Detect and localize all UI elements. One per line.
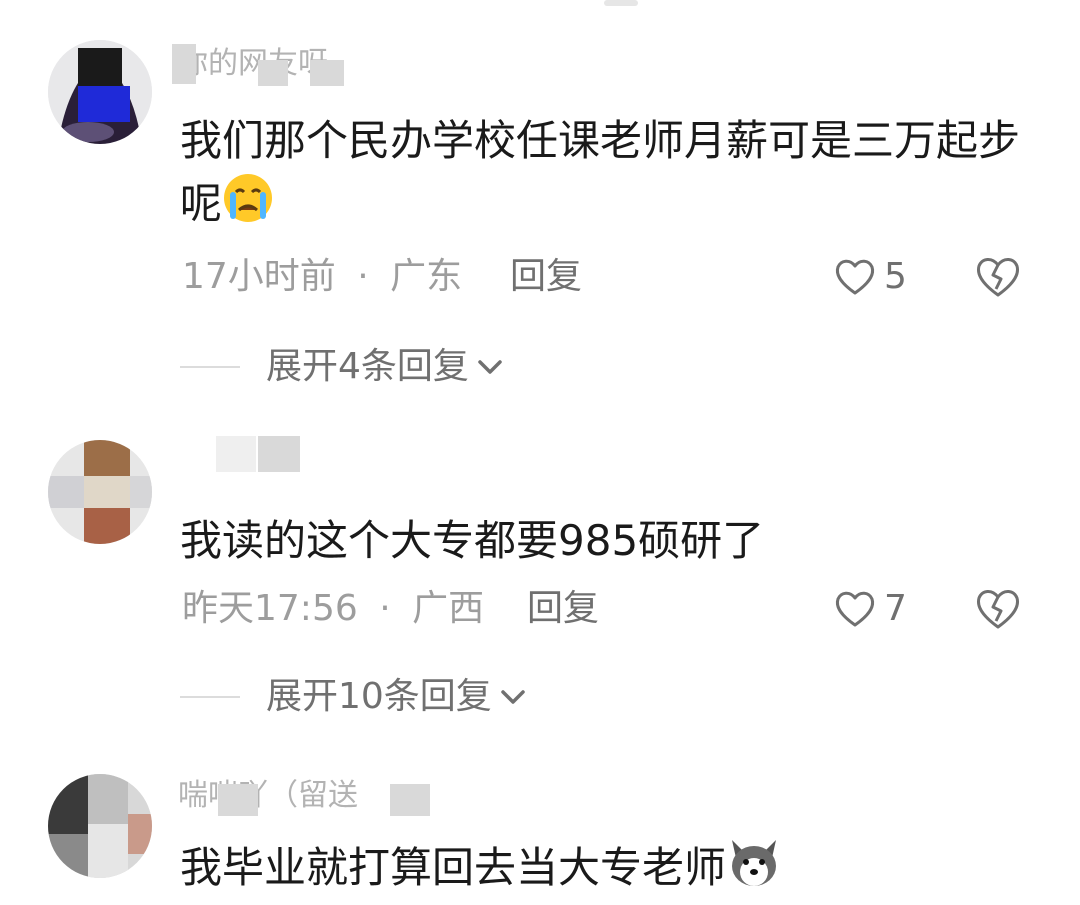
heart-icon xyxy=(835,259,875,295)
separator: · xyxy=(379,588,391,629)
like-button[interactable]: 5 xyxy=(834,252,907,302)
crying-face-emoji xyxy=(222,172,274,241)
username-blur xyxy=(258,60,288,86)
username-blur xyxy=(218,784,258,816)
separator: · xyxy=(357,256,369,297)
comment-text: 我毕业就打算回去当大专老师 xyxy=(180,836,1020,905)
comment-text: 我们那个民办学校任课老师月薪可是三万起步呢 xyxy=(180,110,1020,241)
expand-replies-button[interactable]: 展开10条回复 xyxy=(180,672,528,722)
dislike-button[interactable] xyxy=(975,587,1021,633)
divider-line xyxy=(180,366,240,368)
divider-line xyxy=(180,696,240,698)
comment-meta: 昨天17:56 · 广西 xyxy=(182,584,484,634)
username-blur xyxy=(172,44,196,84)
reply-button[interactable]: 回复 xyxy=(510,252,582,302)
chevron-down-icon xyxy=(478,360,502,374)
avatar[interactable] xyxy=(48,440,152,544)
timestamp: 17小时前 xyxy=(182,256,336,297)
avatar-image xyxy=(48,440,152,544)
comment-meta: 17小时前 · 广东 xyxy=(182,252,462,302)
like-button[interactable]: 7 xyxy=(834,584,907,634)
avatar-image xyxy=(48,40,152,144)
username-blur xyxy=(390,784,430,816)
location: 广西 xyxy=(412,588,485,629)
chevron-down-icon xyxy=(501,690,525,704)
timestamp: 昨天17:56 xyxy=(182,588,358,629)
location: 广东 xyxy=(390,256,463,297)
heart-icon xyxy=(835,591,875,627)
scroll-indicator xyxy=(604,0,638,6)
expand-replies-button[interactable]: 展开4条回复 xyxy=(180,342,505,392)
username[interactable] xyxy=(178,436,298,472)
expand-replies-label: 展开4条回复 xyxy=(266,346,469,387)
username-blur xyxy=(310,60,344,86)
broken-heart-icon xyxy=(977,590,1019,629)
reply-button[interactable]: 回复 xyxy=(527,584,599,634)
husky-dog-emoji xyxy=(726,836,782,905)
broken-heart-icon xyxy=(977,258,1019,297)
comment-text: 我读的这个大专都要985硕研了 xyxy=(180,516,765,565)
dislike-button[interactable] xyxy=(975,255,1021,301)
avatar[interactable] xyxy=(48,40,152,144)
expand-replies-label: 展开10条回复 xyxy=(266,676,492,717)
avatar-image xyxy=(48,774,152,878)
avatar[interactable] xyxy=(48,774,152,878)
like-count: 5 xyxy=(884,256,907,297)
like-count: 7 xyxy=(884,588,907,629)
